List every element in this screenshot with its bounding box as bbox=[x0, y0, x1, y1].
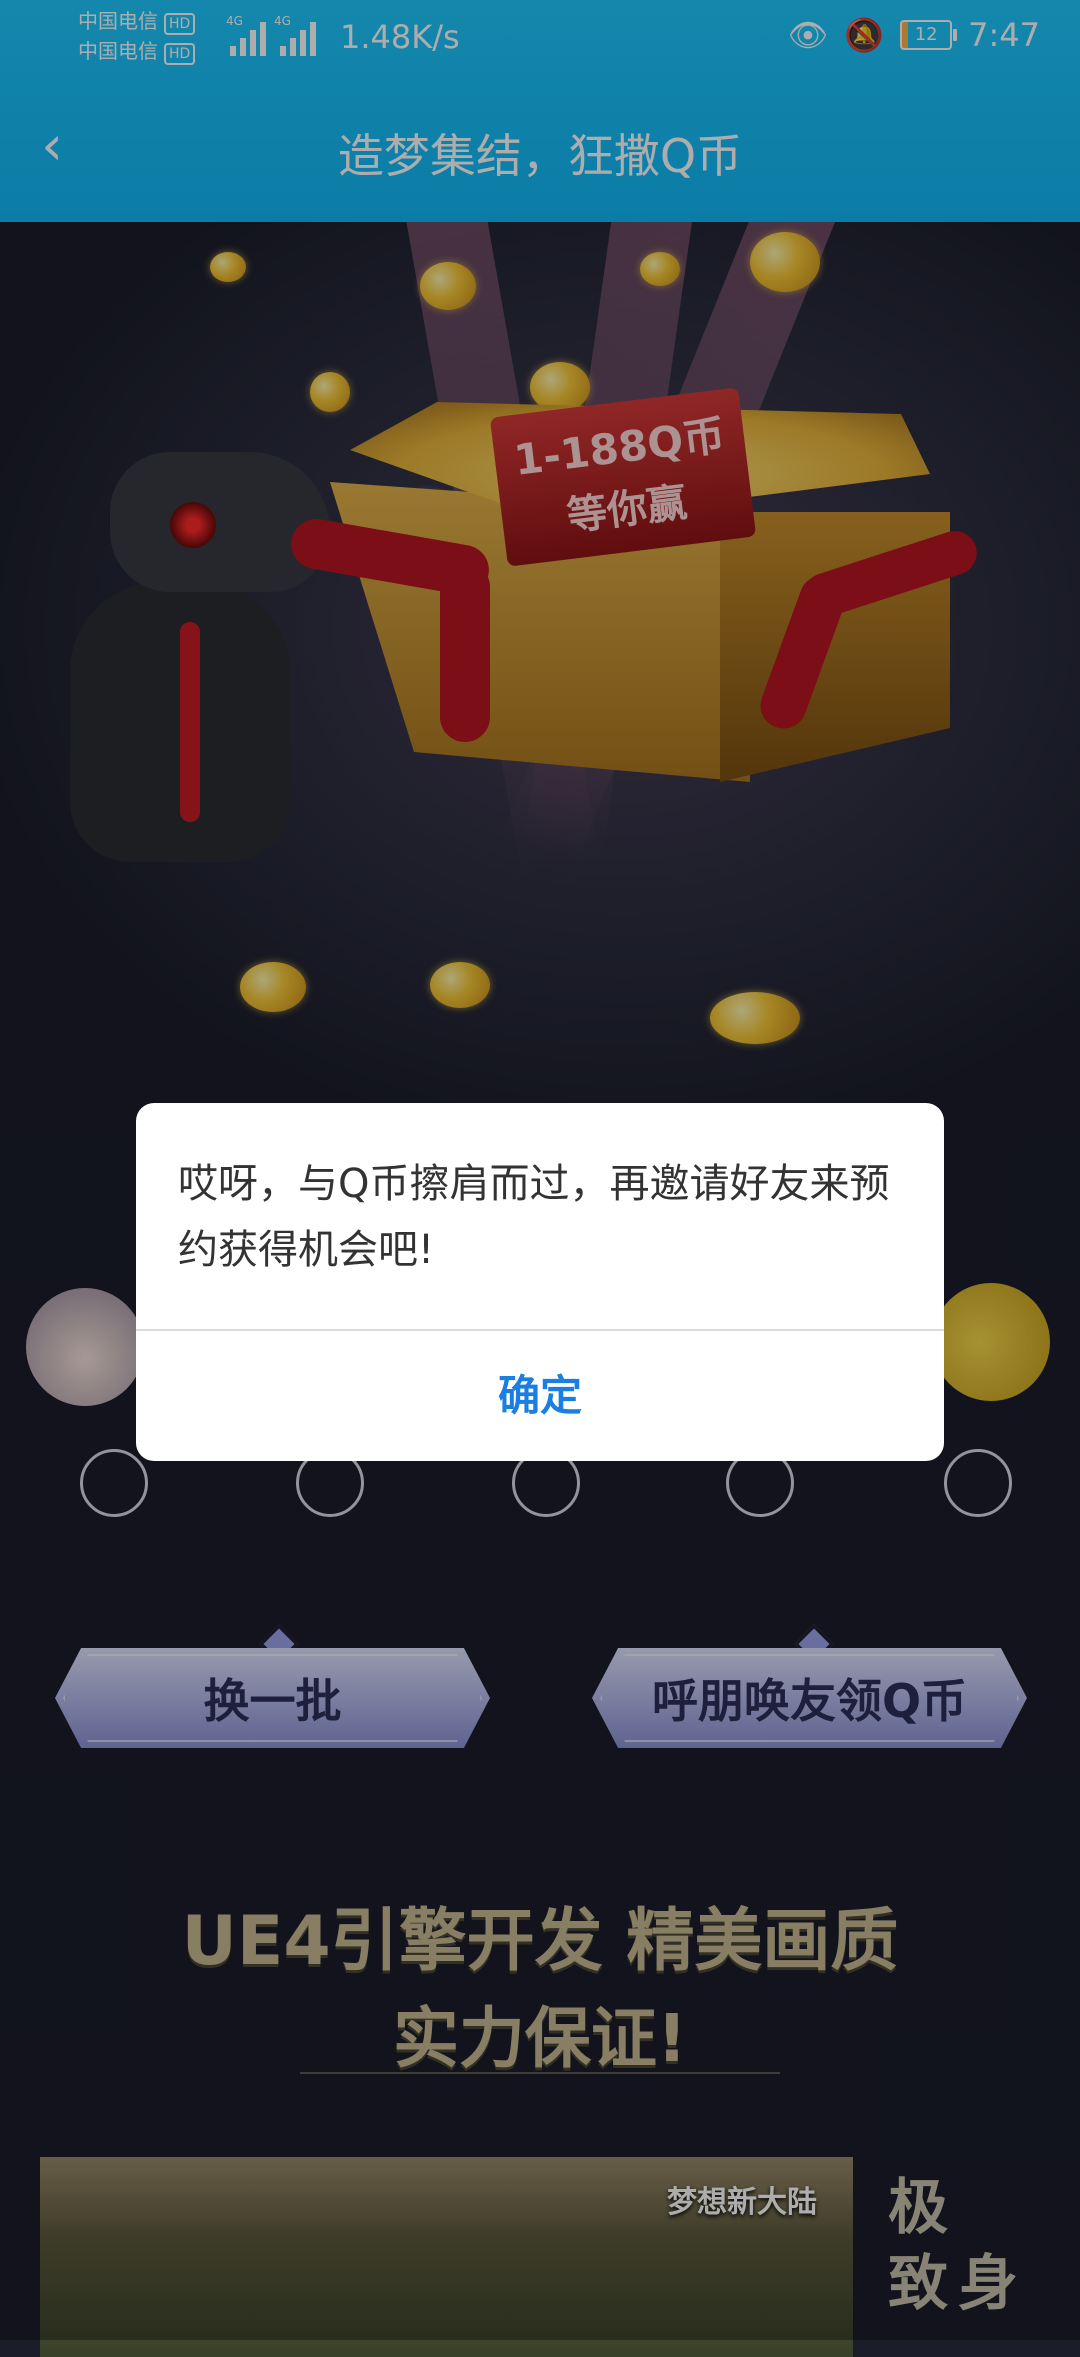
confirm-button[interactable]: 确定 bbox=[136, 1331, 944, 1461]
alert-dialog: 哎呀，与Q币擦肩而过，再邀请好友来预约获得机会吧! 确定 bbox=[136, 1103, 944, 1461]
dialog-message: 哎呀，与Q币擦肩而过，再邀请好友来预约获得机会吧! bbox=[178, 1161, 890, 1273]
